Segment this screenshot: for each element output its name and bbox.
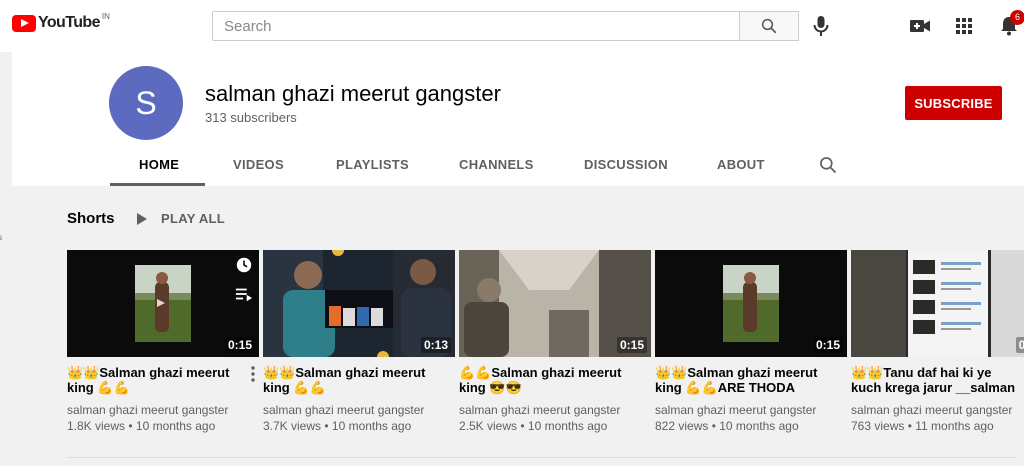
video-thumbnail[interactable]: 0:15 <box>67 250 259 357</box>
video-card[interactable]: 0:15 👑👑Salman ghazi meerut king 💪💪 salma… <box>67 250 259 434</box>
country-code: IN <box>101 11 110 21</box>
video-title[interactable]: 💪💪Salman ghazi meerut king 😎😎 <box>459 365 631 395</box>
thumbnail-image <box>851 250 1024 357</box>
video-channel[interactable]: salman ghazi meerut gangster <box>459 402 651 418</box>
video-thumbnail[interactable]: 0:15 <box>655 250 847 357</box>
play-all-button[interactable]: PLAY ALL <box>137 211 225 226</box>
search-box[interactable] <box>212 11 740 41</box>
video-thumbnail[interactable]: 0:1 <box>851 250 1024 357</box>
microphone-icon[interactable] <box>811 14 831 38</box>
shelf-divider <box>67 457 1017 458</box>
active-tab-indicator <box>110 183 205 186</box>
watch-later-icon[interactable] <box>235 256 253 274</box>
top-bar: YouTube IN 6 <box>0 0 1024 52</box>
video-duration: 0:15 <box>812 337 843 353</box>
video-duration: 0:15 <box>224 337 255 353</box>
video-title[interactable]: 👑👑Salman ghazi meerut king 💪💪 <box>67 365 239 395</box>
video-duration: 0:13 <box>420 337 451 353</box>
shelf-title: Shorts <box>67 210 115 227</box>
video-duration: 0:15 <box>616 337 647 353</box>
tab-discussion[interactable]: DISCUSSION <box>584 157 668 186</box>
create-video-icon[interactable] <box>908 14 932 38</box>
youtube-logo[interactable]: YouTube IN <box>12 11 110 32</box>
tab-about[interactable]: ABOUT <box>717 157 765 186</box>
video-stats: 763 views • 11 months ago <box>851 419 994 433</box>
subscribe-button[interactable]: SUBSCRIBE <box>905 86 1002 120</box>
channel-search-icon[interactable] <box>818 155 838 175</box>
tab-channels[interactable]: CHANNELS <box>459 157 534 186</box>
video-channel[interactable]: salman ghazi meerut gangster <box>67 402 259 418</box>
notification-badge: 6 <box>1010 10 1024 25</box>
search-button[interactable] <box>740 11 799 41</box>
video-card[interactable]: 0:15 👑👑Salman ghazi meerut king 💪💪ARE TH… <box>655 250 847 434</box>
tab-home[interactable]: HOME <box>139 157 179 186</box>
search-icon <box>761 18 777 34</box>
video-channel[interactable]: salman ghazi meerut gangster <box>655 402 847 418</box>
video-card[interactable]: 0:13 👑👑Salman ghazi meerut king 💪💪 salma… <box>263 250 455 434</box>
video-stats: 3.7K views • 10 months ago <box>263 419 412 433</box>
video-thumbnail[interactable]: 0:15 <box>459 250 651 357</box>
video-stats: 822 views • 10 months ago <box>655 419 799 433</box>
more-options-icon[interactable] <box>247 365 259 383</box>
channel-name: salman ghazi meerut gangster <box>205 81 501 106</box>
video-card[interactable]: 0:15 💪💪Salman ghazi meerut king 😎😎 salma… <box>459 250 651 434</box>
video-title[interactable]: 👑👑Salman ghazi meerut king 💪💪 <box>263 365 435 395</box>
sidebar-fragment: s <box>0 233 2 242</box>
youtube-play-icon <box>12 14 36 32</box>
play-icon <box>137 212 147 225</box>
channel-avatar[interactable]: S <box>109 66 183 140</box>
video-duration: 0:1 <box>1015 337 1024 353</box>
tab-playlists[interactable]: PLAYLISTS <box>336 157 409 186</box>
add-to-queue-icon[interactable] <box>235 286 253 302</box>
logo-text: YouTube <box>38 14 100 31</box>
video-thumbnail[interactable]: 0:13 <box>263 250 455 357</box>
play-all-label: PLAY ALL <box>161 211 226 226</box>
video-stats: 1.8K views • 10 months ago <box>67 419 216 433</box>
video-title[interactable]: 👑👑Tanu daf hai ki ye kuch krega jarur __… <box>851 365 1023 395</box>
video-card[interactable]: 0:1 👑👑Tanu daf hai ki ye kuch krega jaru… <box>851 250 1024 434</box>
search-input[interactable] <box>213 12 739 40</box>
tab-videos[interactable]: VIDEOS <box>233 157 284 186</box>
video-channel[interactable]: salman ghazi meerut gangster <box>851 402 1024 418</box>
subscriber-count: 313 subscribers <box>205 110 297 125</box>
video-stats: 2.5K views • 10 months ago <box>459 419 608 433</box>
video-channel[interactable]: salman ghazi meerut gangster <box>263 402 455 418</box>
video-title[interactable]: 👑👑Salman ghazi meerut king 💪💪ARE THODA S… <box>655 365 827 395</box>
apps-grid-icon[interactable] <box>952 14 976 38</box>
